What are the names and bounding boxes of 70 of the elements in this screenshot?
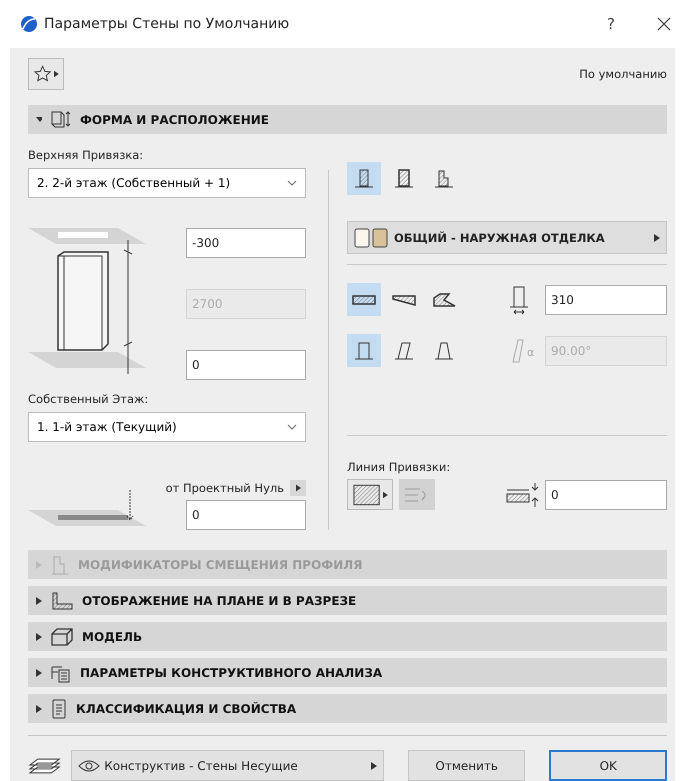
section-header[interactable]: КЛАССИФИКАЦИЯ И СВОЙСТВА: [28, 694, 667, 723]
offset-icon: [505, 482, 541, 508]
chevron-down-icon: [287, 424, 297, 430]
eye-icon: [78, 758, 100, 772]
option-button[interactable]: [347, 283, 381, 316]
section-header[interactable]: МОДЕЛЬ: [28, 622, 667, 651]
home-story-select[interactable]: 1. 1-й этаж (Текущий): [28, 412, 306, 442]
expand-caret-icon: [36, 596, 42, 604]
profile-icon: [50, 554, 70, 574]
layer-select[interactable]: Конструктив - Стены Несущие: [71, 750, 384, 781]
expand-caret-icon: [36, 632, 42, 640]
ok-button[interactable]: OK: [549, 750, 668, 781]
expand-caret-icon: [36, 704, 42, 712]
favorites-button[interactable]: [28, 58, 64, 90]
cancel-button[interactable]: Отменить: [408, 750, 526, 781]
option-button[interactable]: [347, 162, 381, 195]
caret-icon: [54, 70, 59, 78]
section-title: ПАРАМЕТРЫ КОНСТРУКТИВНОГО АНАЛИЗА: [80, 666, 382, 680]
section-title: МОДЕЛЬ: [82, 630, 142, 644]
menu-button[interactable]: [290, 480, 306, 496]
rectangle-section-icon: [351, 292, 377, 306]
box-icon: [50, 626, 74, 646]
caret-icon: [654, 234, 660, 242]
hatched-wall-icon: [352, 482, 382, 506]
window-title: Параметры Стены по Умолчанию: [44, 16, 290, 32]
option-button[interactable]: [347, 334, 381, 367]
thickness-icon: [507, 284, 531, 314]
bottom-offset-field[interactable]: 0: [186, 350, 306, 380]
polygon-section-icon: [431, 292, 457, 308]
section-title: ФОРМА И РАСПОЛОЖЕНИЕ: [80, 112, 269, 126]
field-label: Линия Привязки:: [347, 460, 450, 474]
composite-select[interactable]: ОБЩИЙ - НАРУЖНАЯ ОТДЕЛКА: [347, 221, 667, 254]
section-title: МОДИФИКАТОРЫ СМЕЩЕНИЯ ПРОФИЛЯ: [78, 558, 362, 572]
tapered-wall-icon: [433, 340, 455, 362]
layered-wall-icon: [393, 168, 415, 190]
top-offset-field[interactable]: -300: [186, 228, 306, 258]
elevation-field[interactable]: 0: [186, 500, 306, 530]
thickness-field[interactable]: 310: [545, 284, 667, 314]
section-header[interactable]: ОТОБРАЖЕНИЕ НА ПЛАНЕ И В РАЗРЕЗЕ: [28, 586, 667, 615]
section-header[interactable]: ПАРАМЕТРЫ КОНСТРУКТИВНОГО АНАЛИЗА: [28, 658, 667, 687]
expand-caret-icon: [36, 560, 42, 568]
chevron-down-icon: [287, 180, 297, 186]
star-icon: [33, 64, 52, 84]
expand-caret-icon: [36, 668, 42, 676]
preset-name: По умолчанию: [579, 67, 667, 81]
wall-icon: [353, 168, 375, 190]
material-swatch-icon: [354, 228, 390, 248]
upright-wall-icon: [353, 340, 375, 362]
document-icon: [50, 698, 68, 718]
slanted-wall-icon: [393, 340, 415, 362]
top-link-select[interactable]: 2. 2-й этаж (Собственный + 1): [28, 168, 306, 198]
profile-wall-icon: [433, 168, 455, 190]
close-icon[interactable]: [657, 17, 671, 31]
offset-field[interactable]: 0: [545, 480, 667, 510]
expand-caret-icon: [36, 116, 42, 124]
caret-icon: [383, 490, 388, 498]
caret-icon: [296, 484, 300, 492]
trapezoid-section-icon: [391, 292, 417, 306]
section-title: ОТОБРАЖЕНИЕ НА ПЛАНЕ И В РАЗРЕЗЕ: [82, 594, 356, 608]
help-button[interactable]: ?: [607, 15, 615, 33]
section-header[interactable]: ФОРМА И РАСПОЛОЖЕНИЕ: [28, 105, 667, 134]
field-label: Собственный Этаж:: [28, 392, 150, 406]
hatched-section-icon: [50, 590, 74, 610]
section-title: КЛАССИФИКАЦИЯ И СВОЙСТВА: [76, 702, 296, 716]
reference-line-button[interactable]: [347, 479, 393, 510]
app-logo-icon: [20, 15, 38, 33]
caret-icon: [370, 762, 377, 770]
field-label: от Проектный Нуль: [166, 481, 284, 495]
wall-geometry-icon: [50, 110, 72, 130]
field-label: Верхняя Привязка:: [28, 148, 144, 162]
